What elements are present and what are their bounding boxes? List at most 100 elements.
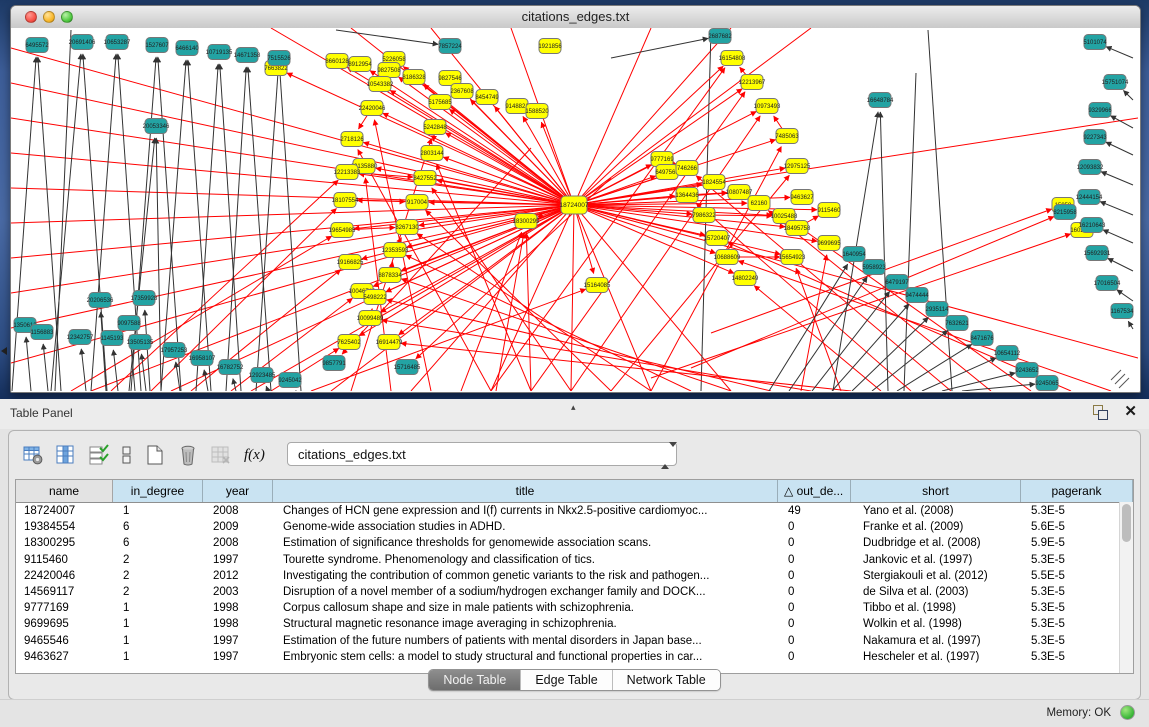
close-panel-button[interactable]: ✕: [1124, 403, 1137, 421]
graph-node[interactable]: 1527607: [145, 38, 169, 53]
graph-node[interactable]: 2718126: [340, 132, 364, 147]
graph-node[interactable]: 17016504: [1094, 276, 1121, 291]
graph-node[interactable]: 9227343: [1083, 130, 1107, 145]
table-row[interactable]: 1456911722003Disruption of a novel membe…: [16, 584, 1133, 600]
graph-node[interactable]: 7986322: [692, 208, 716, 223]
graph-node[interactable]: 10688609: [714, 250, 741, 265]
table-row[interactable]: 946554611997Estimation of the future num…: [16, 633, 1133, 649]
graph-node[interactable]: 8660128: [325, 54, 349, 69]
graph-node[interactable]: 5242848: [423, 120, 447, 135]
splitter-collapse-arrow-icon[interactable]: [1, 347, 7, 355]
column-header-4[interactable]: △ out_de...: [778, 480, 851, 502]
float-panel-button[interactable]: [1093, 405, 1109, 421]
graph-node[interactable]: 12093832: [1077, 160, 1104, 175]
column-header-3[interactable]: title: [273, 480, 778, 502]
delete-column-button[interactable]: [176, 443, 200, 467]
graph-node[interactable]: 22420046: [359, 101, 386, 116]
function-builder-button[interactable]: f(x): [242, 447, 267, 464]
graph-node[interactable]: 1156883: [31, 325, 55, 340]
graph-node[interactable]: 12213383: [334, 165, 361, 180]
graph-node[interactable]: 16210643: [1079, 218, 1106, 233]
table-row[interactable]: 969969511998Structural magnetic resonanc…: [16, 616, 1133, 632]
row-height-button[interactable]: [120, 443, 134, 467]
graph-node[interactable]: 15751074: [1102, 75, 1129, 90]
column-header-6[interactable]: pagerank: [1021, 480, 1133, 502]
graph-node[interactable]: 9463627: [790, 190, 814, 205]
table-scrollbar[interactable]: [1119, 502, 1133, 673]
graph-node[interactable]: 18724007: [560, 196, 589, 214]
graph-node[interactable]: 8471676: [970, 331, 994, 346]
graph-node[interactable]: 8267130: [395, 220, 419, 235]
graph-node[interactable]: 15720407: [704, 231, 731, 246]
graph-node[interactable]: 10654112: [994, 346, 1021, 361]
table-mode-button[interactable]: [21, 443, 45, 467]
column-header-5[interactable]: short: [851, 480, 1021, 502]
graph-node[interactable]: 7625402: [337, 335, 361, 350]
graph-node[interactable]: 19166825: [337, 255, 364, 270]
network-window[interactable]: citations_edges.txt 18724007183002957663…: [10, 5, 1141, 393]
graph-node[interactable]: 17957253: [161, 343, 188, 358]
graph-node[interactable]: 12353593: [382, 243, 409, 258]
graph-node[interactable]: 8215958: [1053, 205, 1077, 220]
graph-node[interactable]: 2367608: [450, 84, 474, 99]
graph-node[interactable]: 9699695: [817, 236, 841, 251]
graph-node[interactable]: 5958923: [862, 260, 886, 275]
graph-node[interactable]: 18495758: [784, 221, 811, 236]
create-column-button[interactable]: [143, 443, 167, 467]
graph-node[interactable]: 12923485: [249, 368, 276, 383]
citation-network-graph[interactable]: 1872400718300295766382286601288912954522…: [11, 28, 1138, 391]
delete-table-button[interactable]: [209, 443, 233, 467]
table-row[interactable]: 911546021997Tourette syndrome. Phenomeno…: [16, 552, 1133, 568]
graph-node[interactable]: 1145193: [101, 331, 125, 346]
graph-node[interactable]: 8454749: [475, 90, 499, 105]
graph-node[interactable]: 1364436: [675, 188, 699, 203]
graph-node[interactable]: 12342757: [67, 330, 94, 345]
tab-edge-table[interactable]: Edge Table: [520, 670, 611, 690]
graph-node[interactable]: 10543382: [367, 77, 394, 92]
graph-node[interactable]: 20691406: [69, 35, 96, 50]
graph-node[interactable]: 6479197: [885, 275, 909, 290]
graph-node[interactable]: 10973493: [754, 99, 781, 114]
graph-node[interactable]: 19654985: [329, 223, 356, 238]
column-header-1[interactable]: in_degree: [113, 480, 203, 502]
graph-node[interactable]: 15692931: [1084, 246, 1111, 261]
graph-node[interactable]: 16958107: [189, 351, 216, 366]
graph-node[interactable]: 8186328: [402, 70, 426, 85]
graph-node[interactable]: 9827508: [377, 63, 401, 78]
graph-node[interactable]: 12444154: [1076, 190, 1103, 205]
graph-node[interactable]: 1588520: [525, 104, 549, 119]
graph-node[interactable]: 9115460: [818, 203, 842, 218]
scrollbar-thumb[interactable]: [1122, 504, 1131, 542]
graph-node[interactable]: 9474444: [905, 288, 929, 303]
table-row[interactable]: 946362711997Embryonic stem cells: a mode…: [16, 649, 1133, 665]
graph-node[interactable]: 6466140: [175, 41, 199, 56]
column-header-0[interactable]: name: [16, 480, 113, 502]
table-select-combo[interactable]: citations_edges.txt: [287, 442, 677, 466]
graph-node[interactable]: 17359928: [131, 291, 158, 306]
graph-node[interactable]: 5175685: [428, 95, 452, 110]
graph-node[interactable]: 9243652: [1015, 363, 1039, 378]
graph-node[interactable]: 18107554: [332, 193, 359, 208]
tab-network-table[interactable]: Network Table: [612, 670, 720, 690]
graph-node[interactable]: 5101074: [1083, 35, 1107, 50]
graph-node[interactable]: 7632621: [945, 316, 969, 331]
graph-node[interactable]: 8878334: [378, 268, 402, 283]
graph-node[interactable]: 7515526: [267, 51, 291, 66]
graph-node[interactable]: 1824554: [702, 175, 726, 190]
graph-node[interactable]: 16154808: [719, 51, 746, 66]
graph-node[interactable]: 14671358: [234, 48, 261, 63]
graph-node[interactable]: 7485063: [775, 129, 799, 144]
graph-node[interactable]: 9245042: [278, 373, 302, 388]
graph-node[interactable]: 16648784: [867, 93, 894, 108]
graph-node[interactable]: 2687682: [708, 29, 732, 44]
table-row[interactable]: 1938455462009Genome-wide association stu…: [16, 519, 1133, 535]
graph-node[interactable]: 10719135: [206, 45, 233, 60]
graph-node[interactable]: 15654923: [779, 250, 806, 265]
table-row[interactable]: 2242004622012Investigating the contribut…: [16, 568, 1133, 584]
graph-node[interactable]: 9097588: [117, 316, 141, 331]
graph-node[interactable]: 6495572: [25, 38, 49, 53]
graph-node[interactable]: 16782752: [217, 360, 244, 375]
network-canvas[interactable]: 1872400718300295766382286601288912954522…: [11, 28, 1140, 392]
graph-node[interactable]: 2803144: [420, 146, 444, 161]
graph-node[interactable]: 15164085: [584, 278, 611, 293]
